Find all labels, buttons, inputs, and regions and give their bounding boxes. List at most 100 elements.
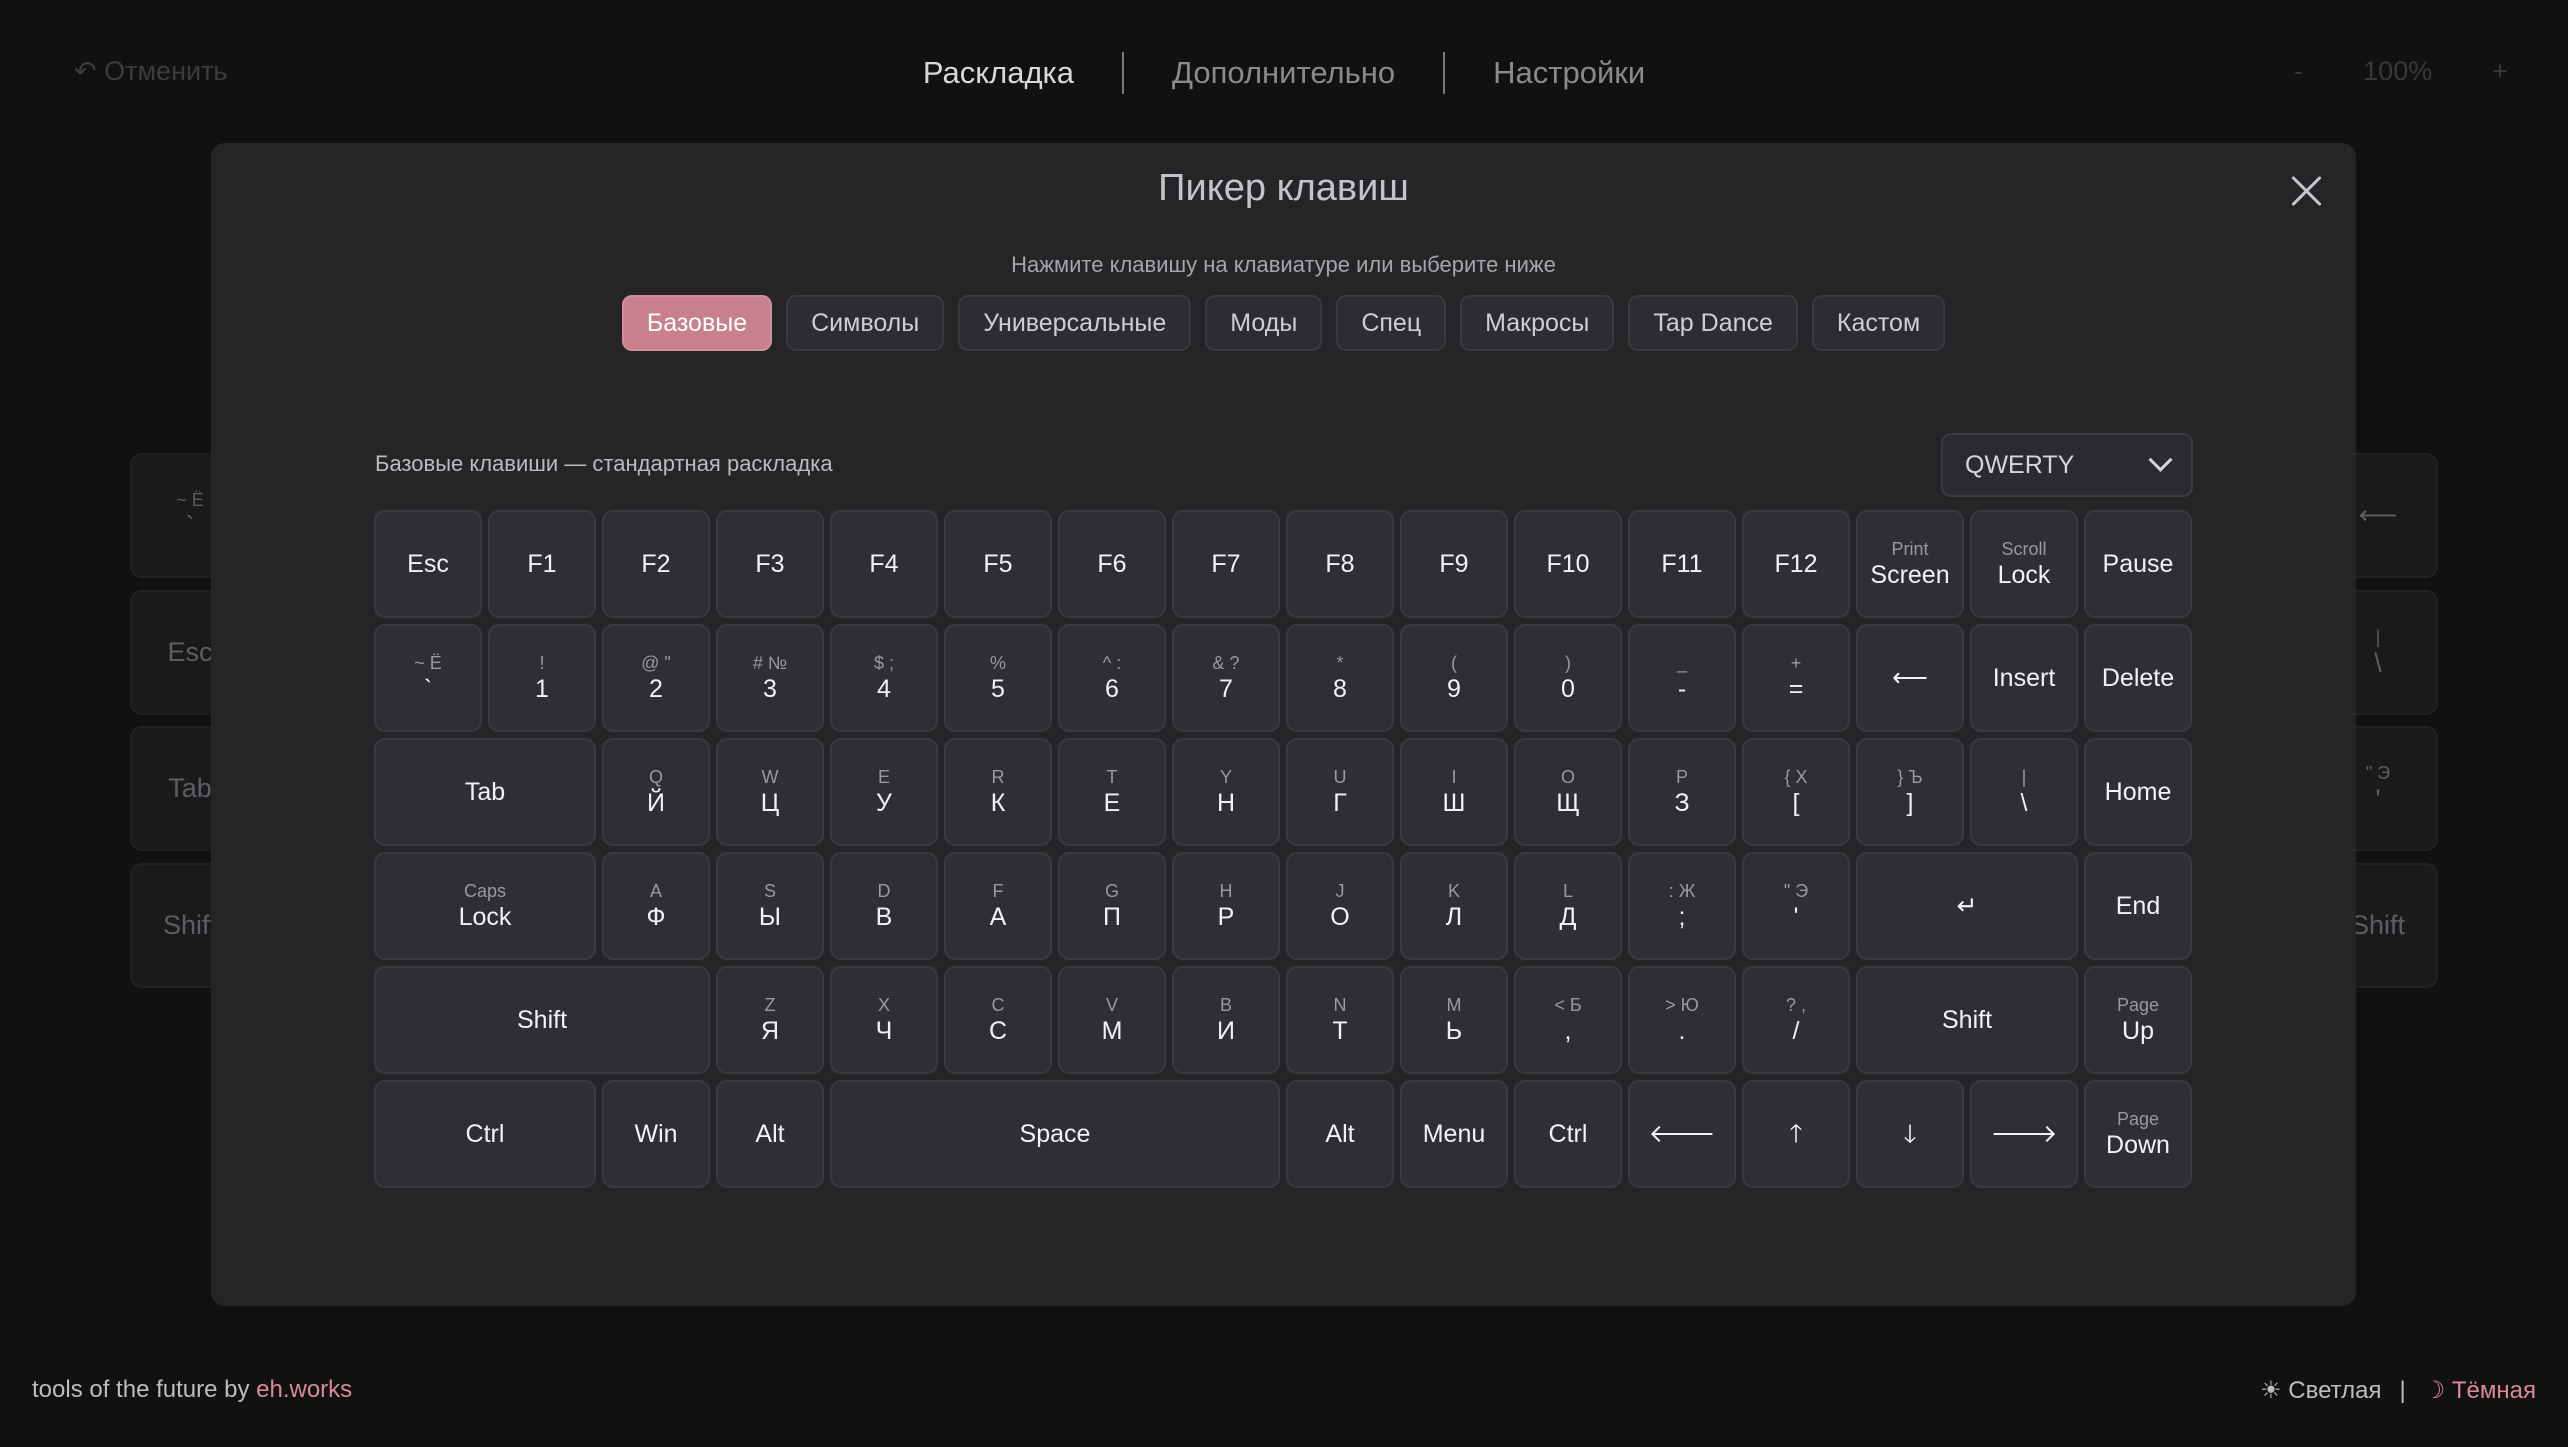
key[interactable]: ZЯ	[716, 966, 824, 1074]
category-macros[interactable]: Макросы	[1460, 295, 1615, 351]
key[interactable]: Ctrl	[1514, 1080, 1622, 1188]
key[interactable]: EУ	[830, 738, 938, 846]
brand-link[interactable]: eh.works	[256, 1376, 352, 1403]
key[interactable]: Shift	[374, 966, 710, 1074]
key[interactable]: NТ	[1286, 966, 1394, 1074]
key[interactable]: Scroll Lock	[1970, 510, 2078, 618]
key[interactable]: | \	[1970, 738, 2078, 846]
key[interactable]: Page Up	[2084, 966, 2192, 1074]
key[interactable]: 🡐	[1628, 1080, 1736, 1188]
key[interactable]: 🡓	[1856, 1080, 1964, 1188]
key[interactable]: XЧ	[830, 966, 938, 1074]
key[interactable]: ! 1	[488, 624, 596, 732]
key[interactable]: " Э '	[1742, 852, 1850, 960]
key[interactable]: PЗ	[1628, 738, 1736, 846]
key[interactable]: Ctrl	[374, 1080, 596, 1188]
key[interactable]: WЦ	[716, 738, 824, 846]
key[interactable]: AФ	[602, 852, 710, 960]
key[interactable]: # № 3	[716, 624, 824, 732]
key[interactable]: VМ	[1058, 966, 1166, 1074]
key[interactable]: Caps Lock	[374, 852, 596, 960]
key[interactable]: LД	[1514, 852, 1622, 960]
key[interactable]: ^ :6	[1058, 624, 1166, 732]
key[interactable]: F7	[1172, 510, 1280, 618]
key[interactable]: Print Screen	[1856, 510, 1964, 618]
key[interactable]: F9	[1400, 510, 1508, 618]
key[interactable]: F1	[488, 510, 596, 618]
key[interactable]: (9	[1400, 624, 1508, 732]
key[interactable]: KЛ	[1400, 852, 1508, 960]
key[interactable]: DВ	[830, 852, 938, 960]
key[interactable]: F6	[1058, 510, 1166, 618]
key[interactable]: Delete	[2084, 624, 2192, 732]
light-theme-button[interactable]: ☀ Светлая	[2260, 1376, 2381, 1405]
category-tap-dance[interactable]: Tap Dance	[1628, 295, 1798, 351]
key[interactable]: GП	[1058, 852, 1166, 960]
key[interactable]: Win	[602, 1080, 710, 1188]
key[interactable]: ? , /	[1742, 966, 1850, 1074]
key[interactable]: F5	[944, 510, 1052, 618]
category-mods[interactable]: Моды	[1205, 295, 1323, 351]
close-icon[interactable]	[2284, 169, 2328, 213]
key[interactable]: Pause	[2084, 510, 2192, 618]
key[interactable]: F11	[1628, 510, 1736, 618]
key[interactable]: RК	[944, 738, 1052, 846]
key[interactable]: F2	[602, 510, 710, 618]
key[interactable]: SЫ	[716, 852, 824, 960]
key[interactable]: UГ	[1286, 738, 1394, 846]
category-universal[interactable]: Универсальные	[958, 295, 1192, 351]
key[interactable]: ) 0	[1514, 624, 1622, 732]
key[interactable]: JО	[1286, 852, 1394, 960]
key[interactable]: F3	[716, 510, 824, 618]
key[interactable]: F10	[1514, 510, 1622, 618]
key[interactable]: BИ	[1172, 966, 1280, 1074]
tab-settings[interactable]: Настройки	[1445, 55, 1693, 91]
key[interactable]: _ -	[1628, 624, 1736, 732]
key[interactable]: Alt	[716, 1080, 824, 1188]
key[interactable]: CС	[944, 966, 1052, 1074]
key[interactable]: F4	[830, 510, 938, 618]
key[interactable]: TЕ	[1058, 738, 1166, 846]
key[interactable]: Home	[2084, 738, 2192, 846]
key[interactable]: * 8	[1286, 624, 1394, 732]
zoom-in-button[interactable]: +	[2492, 56, 2508, 87]
tab-layout[interactable]: Раскладка	[875, 55, 1122, 91]
key[interactable]: < Б,	[1514, 966, 1622, 1074]
key[interactable]: ↵	[1856, 852, 2078, 960]
key[interactable]: Space	[830, 1080, 1280, 1188]
key[interactable]: IШ	[1400, 738, 1508, 846]
key[interactable]: MЬ	[1400, 966, 1508, 1074]
dark-theme-button[interactable]: ☽ Тёмная	[2424, 1376, 2536, 1405]
key[interactable]: YН	[1172, 738, 1280, 846]
key[interactable]: 🡑	[1742, 1080, 1850, 1188]
key[interactable]: Esc	[374, 510, 482, 618]
key[interactable]: ⟵	[1856, 624, 1964, 732]
key[interactable]: F8	[1286, 510, 1394, 618]
key[interactable]: { Х[	[1742, 738, 1850, 846]
key[interactable]: $ ; 4	[830, 624, 938, 732]
category-custom[interactable]: Кастом	[1811, 295, 1946, 351]
category-special[interactable]: Спец	[1336, 295, 1447, 351]
key[interactable]: Tab	[374, 738, 596, 846]
key[interactable]: ~ Ё `	[374, 624, 482, 732]
key[interactable]: > Ю.	[1628, 966, 1736, 1074]
key[interactable]: 🡒	[1970, 1080, 2078, 1188]
key[interactable]: Shift	[1856, 966, 2078, 1074]
key[interactable]: Insert	[1970, 624, 2078, 732]
key[interactable]: : Ж;	[1628, 852, 1736, 960]
key[interactable]: Alt	[1286, 1080, 1394, 1188]
category-symbols[interactable]: Символы	[786, 295, 945, 351]
key[interactable]: & ? 7	[1172, 624, 1280, 732]
zoom-out-button[interactable]: -	[2294, 56, 2303, 87]
layout-select[interactable]: QWERTY	[1941, 433, 2193, 497]
key[interactable]: QЙ	[602, 738, 710, 846]
category-basic[interactable]: Базовые	[621, 295, 773, 351]
key[interactable]: } Ъ]	[1856, 738, 1964, 846]
key[interactable]: % 5	[944, 624, 1052, 732]
key[interactable]: HР	[1172, 852, 1280, 960]
key[interactable]: End	[2084, 852, 2192, 960]
key[interactable]: FА	[944, 852, 1052, 960]
key[interactable]: + =	[1742, 624, 1850, 732]
key[interactable]: F12	[1742, 510, 1850, 618]
key[interactable]: Menu	[1400, 1080, 1508, 1188]
